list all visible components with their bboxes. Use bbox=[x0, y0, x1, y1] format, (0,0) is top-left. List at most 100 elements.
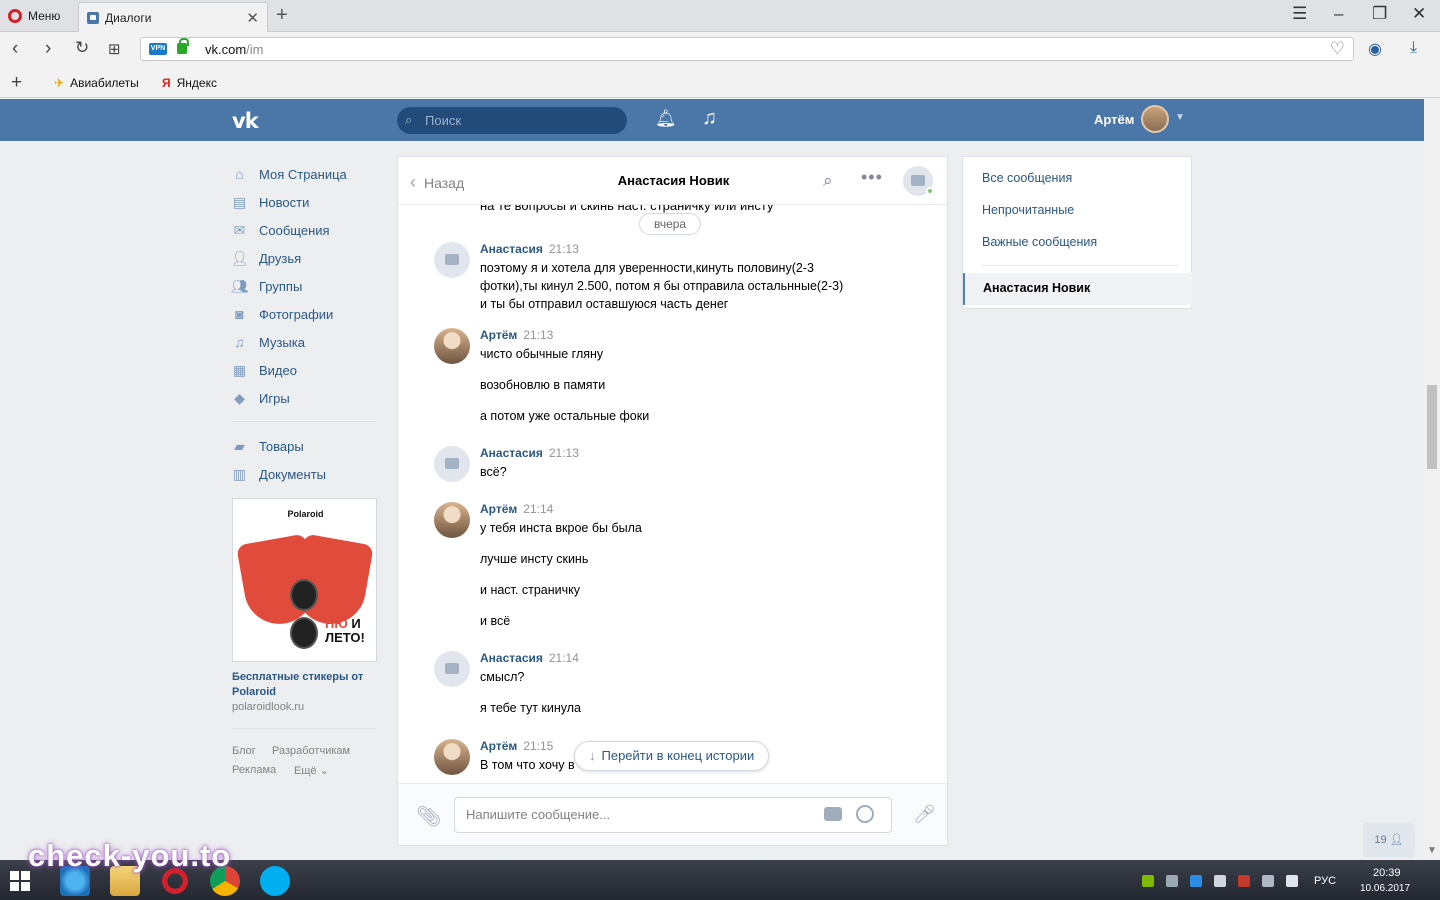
camera-avatar-icon[interactable] bbox=[434, 651, 470, 687]
speed-dial-icon[interactable]: ⊞ bbox=[108, 40, 121, 58]
flag-icon[interactable] bbox=[1214, 875, 1226, 887]
author-avatar[interactable] bbox=[434, 328, 470, 364]
sidebar-item[interactable]: ▰ Товары bbox=[232, 432, 380, 460]
tray-tool-icon[interactable] bbox=[1238, 875, 1250, 887]
page-scrollbar[interactable]: ▼ bbox=[1424, 99, 1440, 860]
message-time[interactable]: 21:15 bbox=[523, 739, 553, 753]
message-time[interactable]: 21:13 bbox=[549, 242, 579, 256]
vk-logo[interactable]: vk bbox=[232, 109, 259, 133]
microphone-icon[interactable]: 🎤︎ bbox=[913, 804, 936, 825]
camera-avatar-icon[interactable] bbox=[434, 446, 470, 482]
new-tab-icon[interactable]: + bbox=[276, 4, 288, 27]
minimize-icon[interactable]: – bbox=[1334, 4, 1343, 24]
ad-url[interactable]: polaroidlook.ru bbox=[232, 701, 304, 713]
message-author[interactable]: Артём 21:15 bbox=[480, 739, 553, 753]
restore-icon[interactable]: ❐ bbox=[1372, 4, 1387, 24]
message-author[interactable]: Анастасия 21:13 bbox=[480, 242, 579, 256]
vpn-extension-icon[interactable]: ◉ bbox=[1368, 39, 1382, 59]
emoji-smile-icon[interactable] bbox=[856, 805, 874, 823]
music-player-icon[interactable]: ♫ bbox=[702, 107, 717, 130]
footer-developers-link[interactable]: Разработчикам bbox=[272, 745, 350, 757]
divider bbox=[232, 421, 376, 422]
chevron-down-icon[interactable]: ▼ bbox=[1175, 112, 1185, 123]
opera-menu-button[interactable]: Меню bbox=[8, 7, 60, 25]
search-input[interactable]: ⌕ Поиск bbox=[397, 107, 627, 134]
message-author[interactable]: Анастасия 21:14 bbox=[480, 651, 579, 665]
sidebar-item[interactable]: ▤ Новости bbox=[232, 188, 380, 216]
tab-close-icon[interactable]: ✕ bbox=[246, 9, 259, 27]
clock-date[interactable]: 10.06.2017 bbox=[1360, 883, 1410, 894]
close-window-icon[interactable]: ✕ bbox=[1412, 4, 1426, 24]
sidebar-item[interactable]: ▦ Видео bbox=[232, 356, 380, 384]
footer-blog-link[interactable]: Блог bbox=[232, 745, 256, 757]
ad-title[interactable]: Бесплатные стикеры от Polaroid bbox=[232, 670, 380, 700]
sidebar-item[interactable]: ◆ Игры bbox=[232, 384, 380, 412]
sunglasses-lens-icon bbox=[290, 617, 318, 649]
message-author[interactable]: Артём 21:13 bbox=[480, 328, 553, 342]
online-friends-badge[interactable]: 19 👤︎ bbox=[1363, 823, 1415, 857]
volume-icon[interactable] bbox=[1286, 875, 1298, 887]
filter-all-messages[interactable]: Все сообщения bbox=[982, 171, 1072, 185]
bookmark-heart-icon[interactable]: ♡ bbox=[1330, 39, 1345, 59]
forward-nav-icon[interactable]: › bbox=[45, 38, 51, 60]
add-bookmark-icon[interactable]: + bbox=[11, 72, 22, 94]
bookmark-aviabilety[interactable]: ✈ Авиабилеты bbox=[54, 76, 139, 90]
filter-important[interactable]: Важные сообщения bbox=[982, 235, 1097, 249]
sidebar-item[interactable]: 👥︎ Группы bbox=[231, 272, 380, 300]
reload-icon[interactable]: ↻ bbox=[75, 38, 89, 58]
chat-search-icon[interactable]: ⌕ bbox=[823, 171, 833, 191]
author-avatar[interactable] bbox=[434, 739, 470, 775]
language-indicator[interactable]: РУС bbox=[1314, 875, 1336, 887]
camera-avatar-icon[interactable] bbox=[434, 242, 470, 278]
lock-icon[interactable] bbox=[177, 38, 189, 54]
scrollbar-thumb[interactable] bbox=[1427, 385, 1437, 469]
steam-icon[interactable] bbox=[1166, 875, 1178, 887]
browser-tab[interactable]: Диалоги ✕ bbox=[78, 2, 268, 32]
sidebar-item[interactable]: ▥ Документы bbox=[232, 460, 380, 488]
sidebar-item[interactable]: ◙ Фотографии bbox=[232, 300, 380, 328]
tray-app-icon[interactable] bbox=[1142, 875, 1154, 887]
peer-avatar[interactable] bbox=[903, 166, 934, 196]
sidebar-item[interactable]: ✉ Сообщения bbox=[232, 216, 380, 244]
back-nav-icon[interactable]: ‹ bbox=[12, 38, 18, 60]
sidebar-item[interactable]: ♫ Музыка bbox=[232, 328, 380, 356]
friends-icon: 👤︎ bbox=[230, 249, 249, 266]
header-user-name[interactable]: Артём bbox=[1094, 112, 1134, 127]
message-time[interactable]: 21:13 bbox=[523, 328, 553, 342]
goods-icon: ▰ bbox=[234, 437, 245, 454]
network-icon[interactable] bbox=[1262, 875, 1274, 887]
home-icon: ⌂ bbox=[235, 166, 244, 182]
header-user-avatar[interactable] bbox=[1141, 105, 1169, 133]
footer-ads-link[interactable]: Реклама bbox=[232, 764, 276, 776]
camera-icon[interactable] bbox=[824, 807, 842, 821]
message-author[interactable]: Артём 21:14 bbox=[480, 502, 553, 516]
author-name: Артём bbox=[480, 328, 518, 342]
vpn-badge[interactable]: VPN bbox=[149, 43, 167, 55]
message-time[interactable]: 21:13 bbox=[549, 446, 579, 460]
bookmark-yandex[interactable]: Я Яндекс bbox=[162, 76, 217, 90]
sidebar-item[interactable]: 👤︎ Друзья bbox=[230, 244, 380, 272]
badge-count: 19 bbox=[1374, 834, 1387, 846]
windows-start-icon[interactable] bbox=[10, 871, 30, 891]
scroll-down-arrow-icon[interactable]: ▼ bbox=[1427, 845, 1437, 856]
ad-banner[interactable]: Polaroid НЮ И ЛЕТО! bbox=[232, 498, 377, 662]
skype-icon[interactable] bbox=[260, 866, 290, 896]
clock-time[interactable]: 20:39 bbox=[1373, 867, 1401, 879]
download-icon[interactable]: ⤓ bbox=[1410, 39, 1417, 57]
attach-paperclip-icon[interactable]: 📎︎ bbox=[416, 804, 441, 829]
message-time[interactable]: 21:14 bbox=[549, 651, 579, 665]
url-field[interactable]: VPN vk.com/im ♡ bbox=[140, 37, 1354, 61]
author-avatar[interactable] bbox=[434, 502, 470, 538]
active-dialog-item[interactable]: Анастасия Новик bbox=[963, 273, 1192, 305]
jump-to-end-button[interactable]: ↓ Перейти в конец истории bbox=[574, 741, 770, 771]
sidebar-item[interactable]: ⌂ Моя Страница bbox=[232, 160, 380, 188]
message-text: и всё bbox=[480, 614, 511, 628]
message-time[interactable]: 21:14 bbox=[523, 502, 553, 516]
filter-unread[interactable]: Непрочитанные bbox=[982, 203, 1074, 217]
tab-menu-icon[interactable]: ☰ bbox=[1292, 4, 1307, 24]
notifications-bell-icon[interactable]: 🔔︎ bbox=[655, 109, 677, 129]
more-actions-icon[interactable]: ••• bbox=[861, 167, 883, 188]
footer-more-link[interactable]: Ещё ⌄ bbox=[294, 764, 329, 777]
message-author[interactable]: Анастасия 21:13 bbox=[480, 446, 579, 460]
tray-e-icon[interactable] bbox=[1190, 875, 1202, 887]
